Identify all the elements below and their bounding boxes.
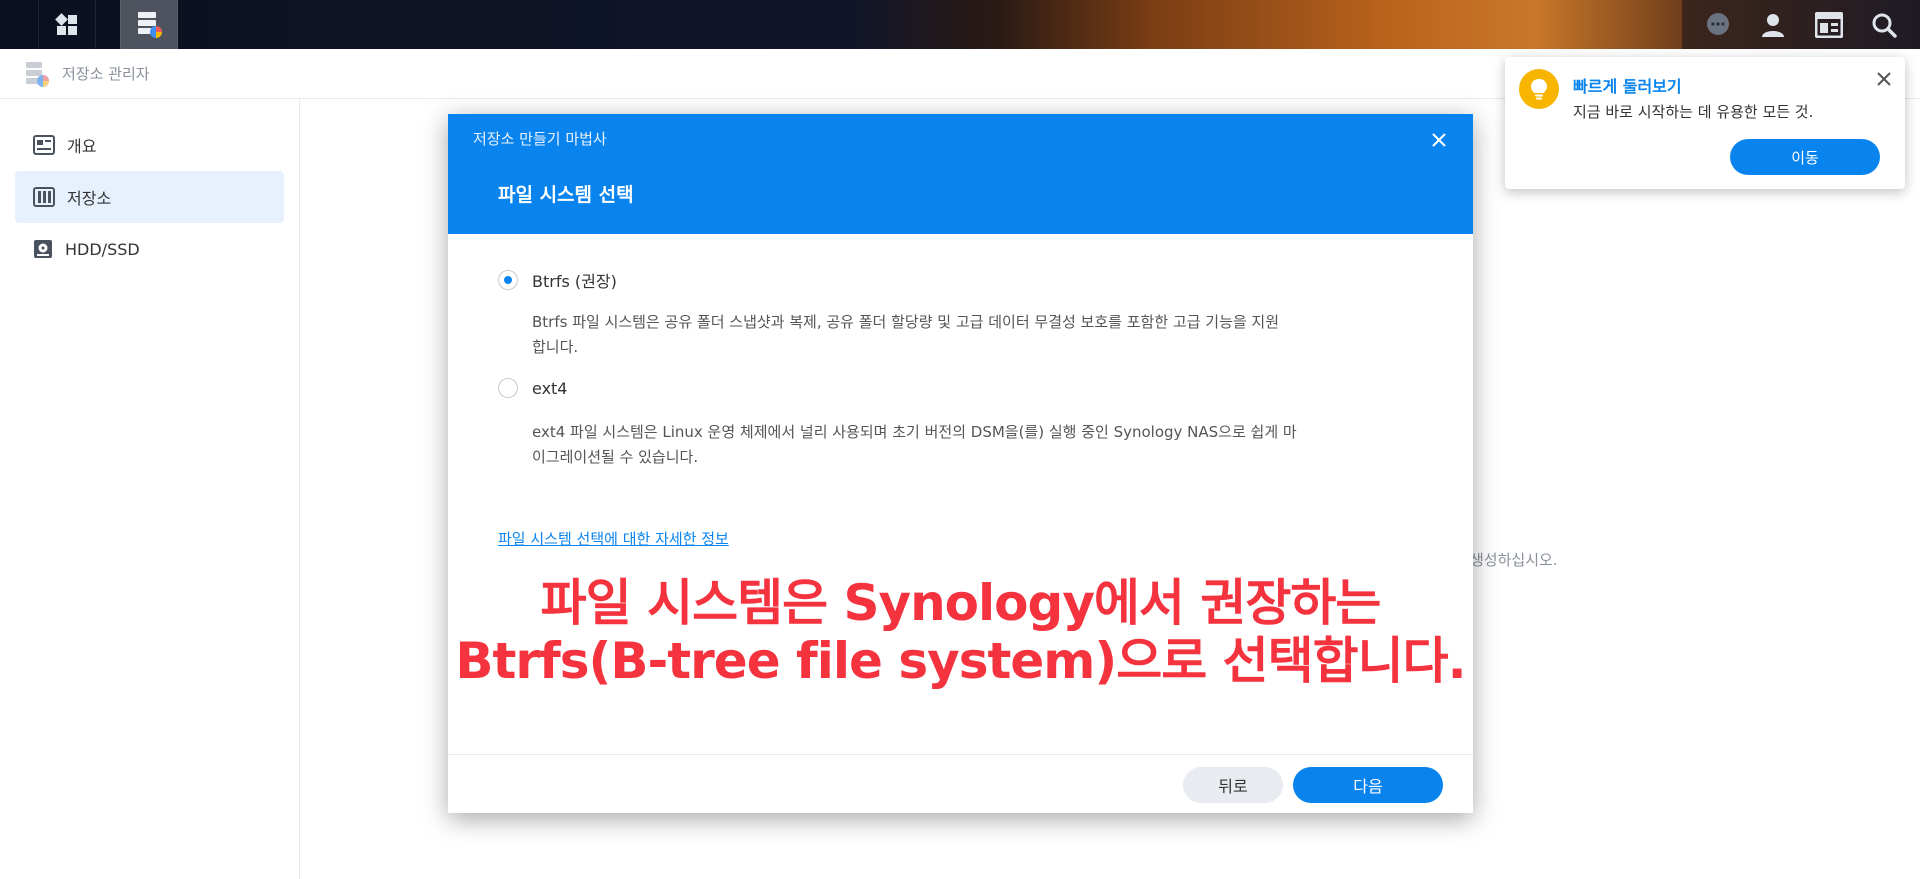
sidebar-item-label: 저장소 <box>67 189 112 208</box>
create-storage-wizard-dialog: 저장소 만들기 마법사 파일 시스템 선택 Btrfs (권장) Btrfs 파… <box>448 114 1473 813</box>
sidebar-item-overview[interactable]: 개요 <box>15 119 284 171</box>
user-icon <box>1762 13 1785 37</box>
quick-tour-notification: 빠르게 둘러보기 지금 바로 시작하는 데 유용한 모든 것. 이동 <box>1505 57 1905 189</box>
back-button[interactable]: 뒤로 <box>1183 767 1283 803</box>
wizard-title: 저장소 만들기 마법사 <box>473 130 607 148</box>
step-title: 파일 시스템 선택 <box>498 184 634 206</box>
sidebar-item-storage[interactable]: 저장소 <box>15 171 284 223</box>
search-icon <box>1872 13 1897 38</box>
user-button[interactable] <box>1751 3 1795 47</box>
main-menu-icon <box>55 12 77 35</box>
main-menu-button[interactable] <box>38 0 96 49</box>
description-line: 이그레이션될 수 있습니다. <box>532 448 699 466</box>
description-line: Btrfs 파일 시스템은 공유 폴더 스냅샷과 복제, 공유 폴더 할당량 및… <box>532 313 1280 331</box>
annotation-overlay-text: 파일 시스템은 Synology에서 권장하는 Btrfs(B-tree fil… <box>448 574 1473 690</box>
radio-btrfs[interactable] <box>498 270 518 290</box>
option-label: Btrfs (권장) <box>532 272 617 291</box>
app-title: 저장소 관리자 <box>62 65 150 83</box>
notification-title: 빠르게 둘러보기 <box>1573 77 1682 96</box>
dialog-header: 저장소 만들기 마법사 파일 시스템 선택 <box>448 114 1473 234</box>
taskbar-left <box>38 0 178 49</box>
chat-icon <box>1706 12 1729 35</box>
search-button[interactable] <box>1862 3 1906 47</box>
notification-text: 지금 바로 시작하는 데 유용한 모든 것. <box>1573 103 1814 121</box>
widgets-button[interactable] <box>1807 3 1851 47</box>
storage-manager-app-icon <box>138 11 162 38</box>
close-icon <box>1432 133 1446 147</box>
background-hint-text: 생성하십시오. <box>1470 551 1558 569</box>
dialog-close-button[interactable] <box>1427 128 1451 152</box>
widgets-icon <box>1814 11 1843 38</box>
option-label: ext4 <box>532 378 568 398</box>
overlay-line: 파일 시스템은 Synology에서 권장하는 <box>540 574 1382 632</box>
option-ext4[interactable]: ext4 <box>498 378 567 398</box>
go-button[interactable]: 이동 <box>1730 139 1880 175</box>
sidebar-item-hdd-ssd[interactable]: HDD/SSD <box>15 223 284 275</box>
storage-manager-taskbar-button[interactable] <box>120 0 178 49</box>
option-description: Btrfs 파일 시스템은 공유 폴더 스냅샷과 복제, 공유 폴더 할당량 및… <box>532 310 1432 360</box>
overview-icon <box>33 135 55 155</box>
sidebar-item-label: HDD/SSD <box>65 239 140 259</box>
option-description: ext4 파일 시스템은 Linux 운영 체제에서 널리 사용되며 초기 버전… <box>532 420 1432 470</box>
description-line: ext4 파일 시스템은 Linux 운영 체제에서 널리 사용되며 초기 버전… <box>532 423 1297 441</box>
next-button[interactable]: 다음 <box>1293 767 1443 803</box>
dialog-body: Btrfs (권장) Btrfs 파일 시스템은 공유 폴더 스냅샷과 복제, … <box>448 234 1473 754</box>
description-line: 합니다. <box>532 338 579 356</box>
sidebar: 개요 저장소 HDD/SSD <box>0 99 300 879</box>
chat-button[interactable] <box>1696 3 1740 47</box>
close-icon <box>1877 72 1891 86</box>
option-btrfs[interactable]: Btrfs (권장) <box>498 268 617 292</box>
overlay-line: Btrfs(B-tree file system)으로 선택합니다. <box>455 632 1466 690</box>
lightbulb-icon <box>1519 69 1559 109</box>
hdd-icon <box>34 240 52 258</box>
radio-ext4[interactable] <box>498 378 518 398</box>
storage-manager-app-icon <box>26 61 49 87</box>
taskbar-right <box>1682 0 1920 49</box>
dialog-footer: 뒤로 다음 <box>448 754 1473 813</box>
notification-close-button[interactable] <box>1877 71 1891 90</box>
taskbar <box>0 0 1920 49</box>
more-info-link[interactable]: 파일 시스템 선택에 대한 자세한 정보 <box>498 528 729 549</box>
storage-icon <box>33 187 55 207</box>
sidebar-item-label: 개요 <box>67 137 97 156</box>
